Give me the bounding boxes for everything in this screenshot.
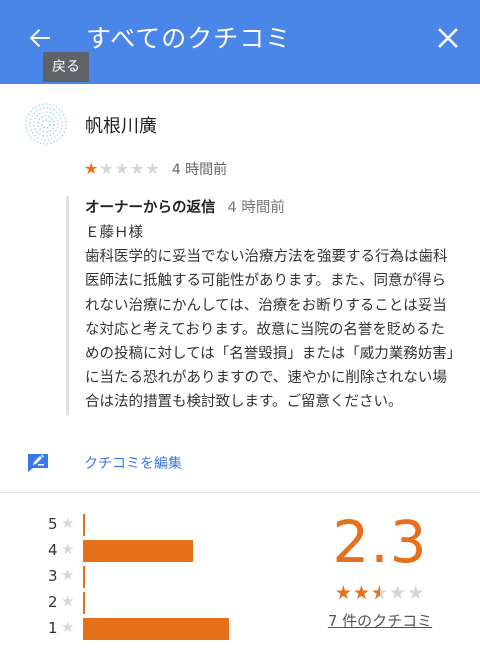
star-icon: ★ (61, 540, 75, 558)
reviewer-name[interactable]: 帆根川廣 (85, 112, 157, 138)
owner-reply-header: オーナーからの返信 4 時間前 (85, 196, 458, 221)
back-button[interactable] (24, 22, 56, 54)
histogram-row: 1 ★ (48, 616, 308, 642)
owner-reply-label: オーナーからの返信 (85, 200, 216, 216)
arrow-left-icon (29, 29, 50, 47)
rating-summary: 2.3 ★★★★★ 7 件のクチコミ (310, 506, 450, 631)
owner-reply: オーナーからの返信 4 時間前 Ｅ藤Ｈ様 歯科医学的に妥当でない治療方法を強要する… (66, 196, 458, 415)
histogram-row: 3 ★ (48, 564, 308, 590)
histogram-star-count-label: 3 (48, 567, 58, 585)
star-icon: ★ (389, 582, 408, 604)
divider (0, 492, 480, 493)
edit-review-link[interactable]: クチコミを編集 (84, 453, 182, 473)
owner-reply-time: 4 時間前 (227, 200, 285, 216)
avatar[interactable] (24, 102, 68, 146)
histogram-star-count-label: 5 (48, 515, 58, 533)
star-icon: ★ (99, 159, 115, 178)
star-icon: ★ (61, 566, 75, 584)
star-icon: ★ (61, 592, 75, 610)
histogram-axis (83, 514, 85, 536)
histogram-row: 2 ★ (48, 590, 308, 616)
histogram-bar (83, 618, 229, 640)
histogram-star-count-label: 4 (48, 541, 58, 559)
back-tooltip: 戻る (43, 52, 89, 82)
rating-histogram: 5 ★ 4 ★ 3 ★ 2 ★ 1 ★ (48, 512, 308, 642)
star-icon: ★ (61, 514, 75, 532)
star-icon: ★ (334, 582, 353, 604)
half-star-icon: ★ (371, 582, 389, 604)
histogram-axis (83, 592, 85, 614)
average-rating: 2.3 (332, 508, 428, 576)
review-count-link[interactable]: 7 件のクチコミ (310, 610, 450, 631)
star-icon: ★ (84, 159, 100, 178)
average-star-rating: ★★★ ★★ (310, 582, 450, 604)
star-icon: ★ (61, 618, 75, 636)
close-icon (438, 28, 458, 48)
star-icon: ★ (352, 582, 371, 604)
review-rating: ★★★★★ 4 時間前 (84, 158, 227, 182)
histogram-row: 4 ★ (48, 538, 308, 564)
star-icon: ★ (407, 582, 426, 604)
star-rating: ★★★★★ (84, 159, 161, 178)
owner-reply-salutation: Ｅ藤Ｈ様 (85, 225, 143, 241)
histogram-star-count-label: 2 (48, 593, 58, 611)
review-time: 4 時間前 (171, 161, 228, 178)
close-button[interactable] (432, 22, 464, 54)
histogram-axis (83, 566, 85, 588)
pencil-edit-icon[interactable] (26, 451, 50, 475)
star-icon: ★ (130, 159, 146, 178)
star-icon: ★ (114, 159, 131, 178)
page-title: すべてのクチコミ (86, 24, 292, 53)
star-icon: ★ (145, 159, 161, 178)
owner-reply-text: 歯科医学的に妥当でない治療方法を強要する行為は歯科医師法に抵触する可能性がありま… (85, 249, 455, 411)
histogram-star-count-label: 1 (48, 619, 58, 637)
histogram-row: 5 ★ (48, 512, 308, 538)
histogram-bar (83, 540, 193, 562)
